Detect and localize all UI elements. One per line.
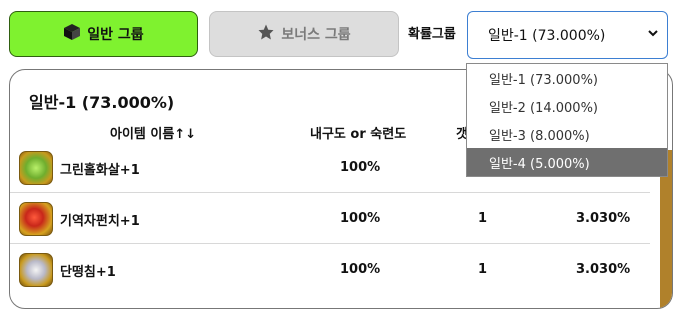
claw-icon xyxy=(19,253,53,287)
cube-icon xyxy=(63,23,81,45)
panel-title: 일반-1 (73.000%) xyxy=(29,93,175,112)
item-durability: 100% xyxy=(340,160,381,175)
item-name: 기역자펀치+1 xyxy=(60,214,140,229)
probability-group-select[interactable]: 일반-1 (73.000%) xyxy=(467,11,668,59)
probability-group-dropdown: 일반-1 (73.000%) 일반-2 (14.000%) 일반-3 (8.00… xyxy=(466,63,668,177)
dropdown-option-highlighted[interactable]: 일반-4 (5.000%) xyxy=(467,148,667,176)
star-icon xyxy=(257,23,275,45)
dropdown-option[interactable]: 일반-1 (73.000%) xyxy=(467,64,667,92)
dropdown-option[interactable]: 일반-3 (8.000%) xyxy=(467,120,667,148)
row-divider xyxy=(10,243,650,244)
general-group-label: 일반 그룹 xyxy=(87,27,144,43)
table-row: 단떵침+1 100% 1 3.030% xyxy=(10,253,650,304)
bonus-group-label: 보너스 그룹 xyxy=(281,27,351,43)
column-header-durability[interactable]: 내구도 or 숙련도 xyxy=(310,123,406,142)
item-durability: 100% xyxy=(340,262,381,277)
item-count: 1 xyxy=(478,262,488,277)
probability-group-label: 확률그룹 xyxy=(408,27,456,42)
item-count: 1 xyxy=(478,211,488,226)
column-header-name[interactable]: 아이템 이름↑↓ xyxy=(110,123,196,142)
select-value: 일반-1 (73.000%) xyxy=(488,28,606,44)
item-name: 단떵침+1 xyxy=(60,265,116,280)
item-probability: 3.030% xyxy=(576,211,631,226)
green-gem-icon xyxy=(19,151,53,185)
item-name: 그린홀화살+1 xyxy=(60,163,140,178)
general-group-button[interactable]: 일반 그룹 xyxy=(9,11,198,57)
table-row: 기역자펀치+1 100% 1 3.030% xyxy=(10,202,650,253)
item-probability: 3.030% xyxy=(576,262,631,277)
red-gem-icon xyxy=(19,202,53,236)
bonus-group-button[interactable]: 보너스 그룹 xyxy=(209,11,399,57)
chevron-down-icon xyxy=(647,27,659,43)
item-durability: 100% xyxy=(340,211,381,226)
row-divider xyxy=(10,192,650,193)
dropdown-option[interactable]: 일반-2 (14.000%) xyxy=(467,92,667,120)
